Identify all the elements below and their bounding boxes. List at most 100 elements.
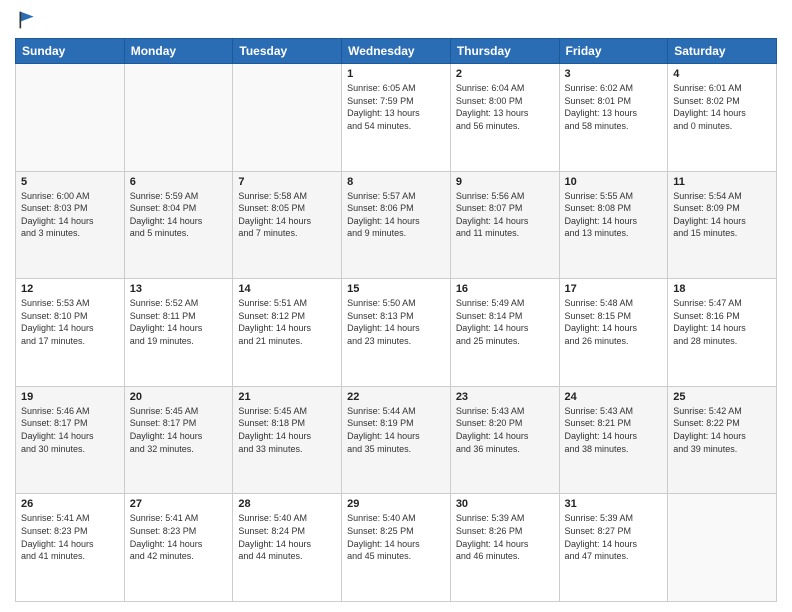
calendar-cell: 12 Sunrise: 5:53 AMSunset: 8:10 PMDayligh… xyxy=(16,279,125,387)
day-info: Sunrise: 5:41 AMSunset: 8:23 PMDaylight:… xyxy=(130,512,228,562)
calendar-cell xyxy=(233,64,342,172)
day-number: 11 xyxy=(673,176,771,188)
calendar-cell: 14Sunrise: 5:51 AMSunset: 8:12 PMDayligh… xyxy=(233,279,342,387)
day-number: 15 xyxy=(347,283,445,295)
day-number: 4 xyxy=(673,68,771,80)
calendar-cell: 26 Sunrise: 5:41 AMSunset: 8:23 PMDayligh… xyxy=(16,494,125,602)
day-info: Sunrise: 5:59 AMSunset: 8:04 PMDaylight:… xyxy=(130,190,228,240)
day-info: Sunrise: 6:01 AMSunset: 8:02 PMDaylight:… xyxy=(673,82,771,132)
day-number: 29 xyxy=(347,498,445,510)
day-info: Sunrise: 5:46 AMSunset: 8:17 PMDaylight:… xyxy=(21,405,119,455)
calendar-cell: 11 Sunrise: 5:54 AMSunset: 8:09 PMDayligh… xyxy=(668,171,777,279)
calendar-header-sunday: Sunday xyxy=(16,39,125,64)
calendar-cell: 17 Sunrise: 5:48 AMSunset: 8:15 PMDayligh… xyxy=(559,279,668,387)
calendar-week-5: 26 Sunrise: 5:41 AMSunset: 8:23 PMDayligh… xyxy=(16,494,777,602)
calendar-body: 1 Sunrise: 6:05 AMSunset: 7:59 PMDaylight… xyxy=(16,64,777,602)
day-number: 18 xyxy=(673,283,771,295)
day-info: Sunrise: 5:45 AMSunset: 8:17 PMDaylight:… xyxy=(130,405,228,455)
day-number: 10 xyxy=(565,176,663,188)
calendar-week-3: 12 Sunrise: 5:53 AMSunset: 8:10 PMDayligh… xyxy=(16,279,777,387)
day-info: Sunrise: 5:41 AMSunset: 8:23 PMDaylight:… xyxy=(21,512,119,562)
calendar-week-2: 5 Sunrise: 6:00 AMSunset: 8:03 PMDaylight… xyxy=(16,171,777,279)
day-info: Sunrise: 5:40 AMSunset: 8:24 PMDaylight:… xyxy=(238,512,336,562)
calendar-cell xyxy=(124,64,233,172)
day-info: Sunrise: 5:45 AMSunset: 8:18 PMDaylight:… xyxy=(238,405,336,455)
calendar-cell: 10 Sunrise: 5:55 AMSunset: 8:08 PMDayligh… xyxy=(559,171,668,279)
calendar-cell: 15 Sunrise: 5:50 AMSunset: 8:13 PMDayligh… xyxy=(342,279,451,387)
calendar-cell: 2Sunrise: 6:04 AMSunset: 8:00 PMDaylight… xyxy=(450,64,559,172)
day-number: 24 xyxy=(565,391,663,403)
day-number: 9 xyxy=(456,176,554,188)
calendar-cell: 18 Sunrise: 5:47 AMSunset: 8:16 PMDayligh… xyxy=(668,279,777,387)
day-number: 17 xyxy=(565,283,663,295)
day-number: 8 xyxy=(347,176,445,188)
day-info: Sunrise: 5:43 AMSunset: 8:20 PMDaylight:… xyxy=(456,405,554,455)
day-info: Sunrise: 5:57 AMSunset: 8:06 PMDaylight:… xyxy=(347,190,445,240)
calendar-cell: 16Sunrise: 5:49 AMSunset: 8:14 PMDayligh… xyxy=(450,279,559,387)
page: SundayMondayTuesdayWednesdayThursdayFrid… xyxy=(0,0,792,612)
calendar-week-4: 19 Sunrise: 5:46 AMSunset: 8:17 PMDayligh… xyxy=(16,386,777,494)
calendar-header-monday: Monday xyxy=(124,39,233,64)
day-number: 28 xyxy=(238,498,336,510)
logo-flag-icon xyxy=(17,10,37,30)
day-info: Sunrise: 5:53 AMSunset: 8:10 PMDaylight:… xyxy=(21,297,119,347)
calendar-header-tuesday: Tuesday xyxy=(233,39,342,64)
day-number: 13 xyxy=(130,283,228,295)
calendar-cell: 9Sunrise: 5:56 AMSunset: 8:07 PMDaylight… xyxy=(450,171,559,279)
day-number: 12 xyxy=(21,283,119,295)
calendar-header-thursday: Thursday xyxy=(450,39,559,64)
calendar-week-1: 1 Sunrise: 6:05 AMSunset: 7:59 PMDaylight… xyxy=(16,64,777,172)
calendar-table: SundayMondayTuesdayWednesdayThursdayFrid… xyxy=(15,38,777,602)
day-info: Sunrise: 5:43 AMSunset: 8:21 PMDaylight:… xyxy=(565,405,663,455)
day-info: Sunrise: 5:52 AMSunset: 8:11 PMDaylight:… xyxy=(130,297,228,347)
calendar-cell: 21 Sunrise: 5:45 AMSunset: 8:18 PMDayligh… xyxy=(233,386,342,494)
day-number: 25 xyxy=(673,391,771,403)
calendar-cell: 28 Sunrise: 5:40 AMSunset: 8:24 PMDayligh… xyxy=(233,494,342,602)
calendar-cell: 23 Sunrise: 5:43 AMSunset: 8:20 PMDayligh… xyxy=(450,386,559,494)
day-info: Sunrise: 5:58 AMSunset: 8:05 PMDaylight:… xyxy=(238,190,336,240)
calendar-cell: 24 Sunrise: 5:43 AMSunset: 8:21 PMDayligh… xyxy=(559,386,668,494)
day-info: Sunrise: 5:48 AMSunset: 8:15 PMDaylight:… xyxy=(565,297,663,347)
day-number: 6 xyxy=(130,176,228,188)
header xyxy=(15,10,777,30)
day-info: Sunrise: 5:50 AMSunset: 8:13 PMDaylight:… xyxy=(347,297,445,347)
calendar-cell: 8 Sunrise: 5:57 AMSunset: 8:06 PMDaylight… xyxy=(342,171,451,279)
calendar-header-row: SundayMondayTuesdayWednesdayThursdayFrid… xyxy=(16,39,777,64)
day-info: Sunrise: 5:39 AMSunset: 8:26 PMDaylight:… xyxy=(456,512,554,562)
day-info: Sunrise: 5:40 AMSunset: 8:25 PMDaylight:… xyxy=(347,512,445,562)
calendar-cell: 22 Sunrise: 5:44 AMSunset: 8:19 PMDayligh… xyxy=(342,386,451,494)
day-info: Sunrise: 5:49 AMSunset: 8:14 PMDaylight:… xyxy=(456,297,554,347)
day-number: 1 xyxy=(347,68,445,80)
day-number: 21 xyxy=(238,391,336,403)
day-info: Sunrise: 5:44 AMSunset: 8:19 PMDaylight:… xyxy=(347,405,445,455)
logo xyxy=(15,10,37,30)
calendar-header-saturday: Saturday xyxy=(668,39,777,64)
day-info: Sunrise: 6:05 AMSunset: 7:59 PMDaylight:… xyxy=(347,82,445,132)
day-number: 23 xyxy=(456,391,554,403)
calendar-cell: 4 Sunrise: 6:01 AMSunset: 8:02 PMDaylight… xyxy=(668,64,777,172)
day-info: Sunrise: 5:47 AMSunset: 8:16 PMDaylight:… xyxy=(673,297,771,347)
calendar-cell: 29 Sunrise: 5:40 AMSunset: 8:25 PMDayligh… xyxy=(342,494,451,602)
calendar-cell xyxy=(668,494,777,602)
day-info: Sunrise: 6:04 AMSunset: 8:00 PMDaylight:… xyxy=(456,82,554,132)
day-number: 22 xyxy=(347,391,445,403)
calendar-cell: 5 Sunrise: 6:00 AMSunset: 8:03 PMDaylight… xyxy=(16,171,125,279)
day-number: 26 xyxy=(21,498,119,510)
day-info: Sunrise: 5:54 AMSunset: 8:09 PMDaylight:… xyxy=(673,190,771,240)
day-info: Sunrise: 6:00 AMSunset: 8:03 PMDaylight:… xyxy=(21,190,119,240)
calendar-cell: 19 Sunrise: 5:46 AMSunset: 8:17 PMDayligh… xyxy=(16,386,125,494)
calendar-header-wednesday: Wednesday xyxy=(342,39,451,64)
day-info: Sunrise: 5:39 AMSunset: 8:27 PMDaylight:… xyxy=(565,512,663,562)
calendar-cell: 1 Sunrise: 6:05 AMSunset: 7:59 PMDaylight… xyxy=(342,64,451,172)
day-number: 27 xyxy=(130,498,228,510)
day-number: 19 xyxy=(21,391,119,403)
calendar-cell: 27 Sunrise: 5:41 AMSunset: 8:23 PMDayligh… xyxy=(124,494,233,602)
calendar-cell: 13 Sunrise: 5:52 AMSunset: 8:11 PMDayligh… xyxy=(124,279,233,387)
day-number: 7 xyxy=(238,176,336,188)
day-number: 3 xyxy=(565,68,663,80)
day-number: 5 xyxy=(21,176,119,188)
day-info: Sunrise: 5:42 AMSunset: 8:22 PMDaylight:… xyxy=(673,405,771,455)
day-info: Sunrise: 5:55 AMSunset: 8:08 PMDaylight:… xyxy=(565,190,663,240)
calendar-cell: 25 Sunrise: 5:42 AMSunset: 8:22 PMDayligh… xyxy=(668,386,777,494)
calendar-cell xyxy=(16,64,125,172)
